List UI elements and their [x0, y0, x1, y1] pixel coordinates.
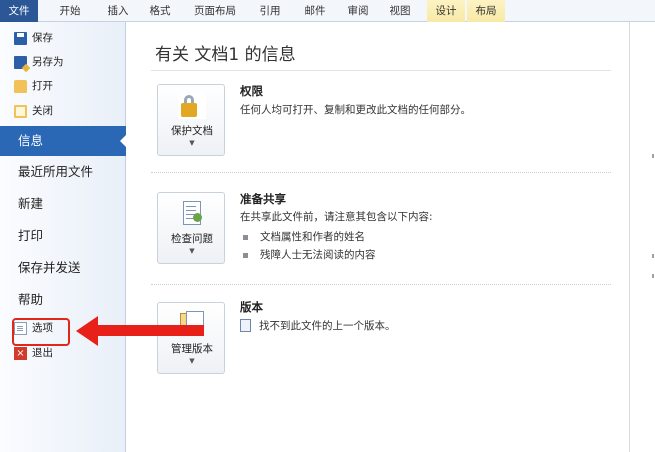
open-folder-icon	[14, 79, 27, 93]
sidebar-item-label: 另存为	[32, 56, 64, 68]
page-title: 有关 文档1 的信息	[155, 45, 296, 65]
sidebar-item-exit[interactable]: × 退出	[14, 344, 53, 362]
list-item: 残障人士无法阅读的内容	[243, 247, 376, 262]
sidebar-item-save-as[interactable]: 另存为	[14, 53, 64, 71]
pane-marker	[652, 274, 654, 278]
lock-icon	[178, 93, 206, 119]
sidebar-item-close[interactable]: 关闭	[14, 102, 53, 120]
ribbon-tab-bar: 文件 开始 插入 格式 页面布局 引用 邮件 审阅 视图 设计 布局	[0, 0, 655, 22]
annotation-arrow-icon	[76, 316, 98, 346]
sidebar-item-label: 打开	[32, 80, 53, 92]
chevron-down-icon: ▼	[189, 247, 195, 255]
bullet-icon	[243, 252, 248, 258]
versions-status: 找不到此文件的上一个版本。	[240, 318, 396, 333]
list-item: 文档属性和作者的姓名	[243, 229, 365, 244]
tab-design[interactable]: 设计	[427, 0, 465, 22]
bullet-text: 残障人士无法阅读的内容	[260, 249, 376, 261]
tab-insert[interactable]: 插入	[98, 0, 138, 22]
manage-versions-button[interactable]: 管理版本 ▼	[157, 302, 225, 374]
prepare-heading: 准备共享	[240, 192, 286, 206]
pane-marker	[652, 154, 654, 158]
check-issues-button[interactable]: 检查问题 ▼	[157, 192, 225, 264]
section-divider	[151, 172, 611, 173]
tab-home[interactable]: 开始	[50, 0, 90, 22]
options-highlight-box	[12, 318, 70, 346]
preview-pane	[629, 22, 655, 452]
inspect-document-icon	[178, 201, 206, 227]
versions-heading: 版本	[240, 300, 263, 314]
sidebar-item-new[interactable]: 新建	[0, 189, 126, 219]
tab-mailings[interactable]: 邮件	[295, 0, 335, 22]
bullet-icon	[243, 234, 248, 240]
section-divider	[151, 284, 611, 285]
tab-references[interactable]: 引用	[250, 0, 290, 22]
info-panel: 有关 文档1 的信息 保护文档 ▼ 权限 任何人均可打开、复制和更改此文档的任何…	[127, 22, 629, 452]
close-folder-icon	[14, 104, 27, 118]
tab-format[interactable]: 格式	[140, 0, 180, 22]
tab-view[interactable]: 视图	[380, 0, 420, 22]
sidebar-item-recent[interactable]: 最近所用文件	[0, 157, 126, 187]
title-divider	[151, 70, 611, 71]
versions-description: 找不到此文件的上一个版本。	[259, 320, 396, 332]
sidebar-item-help[interactable]: 帮助	[0, 285, 126, 315]
tab-page-layout[interactable]: 页面布局	[182, 0, 248, 22]
manage-versions-label: 管理版本	[171, 343, 213, 355]
prepare-description: 在共享此文件前，请注意其包含以下内容:	[240, 211, 433, 223]
chevron-down-icon: ▼	[189, 357, 195, 365]
sidebar-item-label: 退出	[32, 347, 53, 359]
permissions-description: 任何人均可打开、复制和更改此文档的任何部分。	[240, 104, 471, 116]
pane-marker	[652, 254, 654, 258]
sidebar-item-label: 保存	[32, 32, 53, 44]
sidebar-item-save[interactable]: 保存	[14, 29, 53, 47]
save-icon	[14, 31, 27, 45]
protect-document-button[interactable]: 保护文档 ▼	[157, 84, 225, 156]
save-as-icon	[14, 55, 27, 69]
annotation-arrow-shaft	[96, 325, 204, 336]
document-icon	[240, 319, 251, 332]
chevron-down-icon: ▼	[189, 139, 195, 147]
sidebar-item-info[interactable]: 信息	[0, 126, 127, 156]
tab-file[interactable]: 文件	[0, 0, 38, 22]
tab-layout[interactable]: 布局	[467, 0, 505, 22]
check-issues-label: 检查问题	[171, 233, 213, 245]
protect-document-label: 保护文档	[171, 125, 213, 137]
tab-review[interactable]: 审阅	[338, 0, 378, 22]
bullet-text: 文档属性和作者的姓名	[260, 231, 365, 243]
sidebar-item-save-send[interactable]: 保存并发送	[0, 253, 126, 283]
permissions-heading: 权限	[240, 84, 263, 98]
sidebar-item-label: 关闭	[32, 105, 53, 117]
sidebar-item-open[interactable]: 打开	[14, 77, 53, 95]
sidebar-item-print[interactable]: 打印	[0, 221, 126, 251]
backstage-sidebar: 保存 另存为 打开 关闭 信息 最近所用文件 新建 打印 保存并发送 帮助 选项…	[0, 22, 127, 452]
exit-icon: ×	[14, 346, 27, 360]
